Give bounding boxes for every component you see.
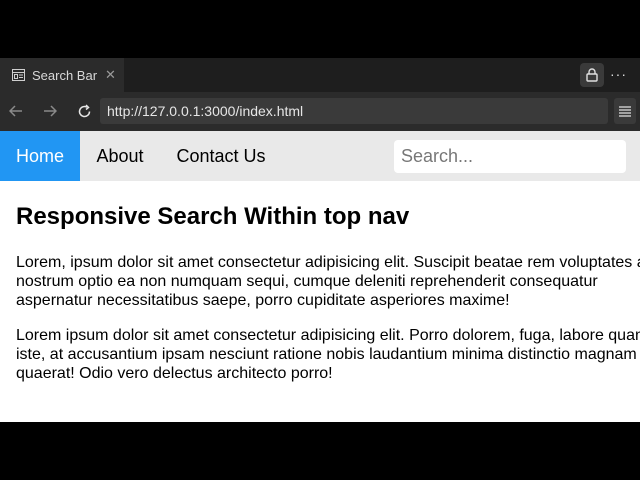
browser-address-bar: http://127.0.0.1:3000/index.html [0,92,640,131]
more-icon[interactable]: ··· [610,64,627,84]
tab-title: Search Bar [32,67,98,83]
paragraph-2: Lorem ipsum dolor sit amet consectetur a… [16,327,640,382]
forward-arrow-icon[interactable] [40,101,60,121]
reader-menu-icon[interactable] [614,98,636,124]
back-arrow-icon[interactable] [6,101,26,121]
close-icon[interactable]: ✕ [105,67,116,83]
nav-link-home[interactable]: Home [0,131,80,181]
tab-page-icon [11,68,25,82]
nav-link-about[interactable]: About [80,131,160,181]
main-content: Responsive Search Within top nav Lorem, … [16,181,640,383]
web-page: Home About Contact Us Responsive Search … [0,131,640,422]
search-input[interactable] [394,140,626,173]
lock-icon[interactable] [580,63,604,87]
nav-link-contact[interactable]: Contact Us [160,131,282,181]
url-field[interactable]: http://127.0.0.1:3000/index.html [100,98,608,124]
browser-tab[interactable]: Search Bar ✕ [0,58,124,92]
paragraph-1: Lorem, ipsum dolor sit amet consectetur … [16,254,640,309]
refresh-icon[interactable] [74,101,94,121]
page-heading: Responsive Search Within top nav [16,203,410,230]
top-nav: Home About Contact Us [0,131,640,181]
browser-tab-bar: Search Bar ✕ ··· [0,58,640,92]
